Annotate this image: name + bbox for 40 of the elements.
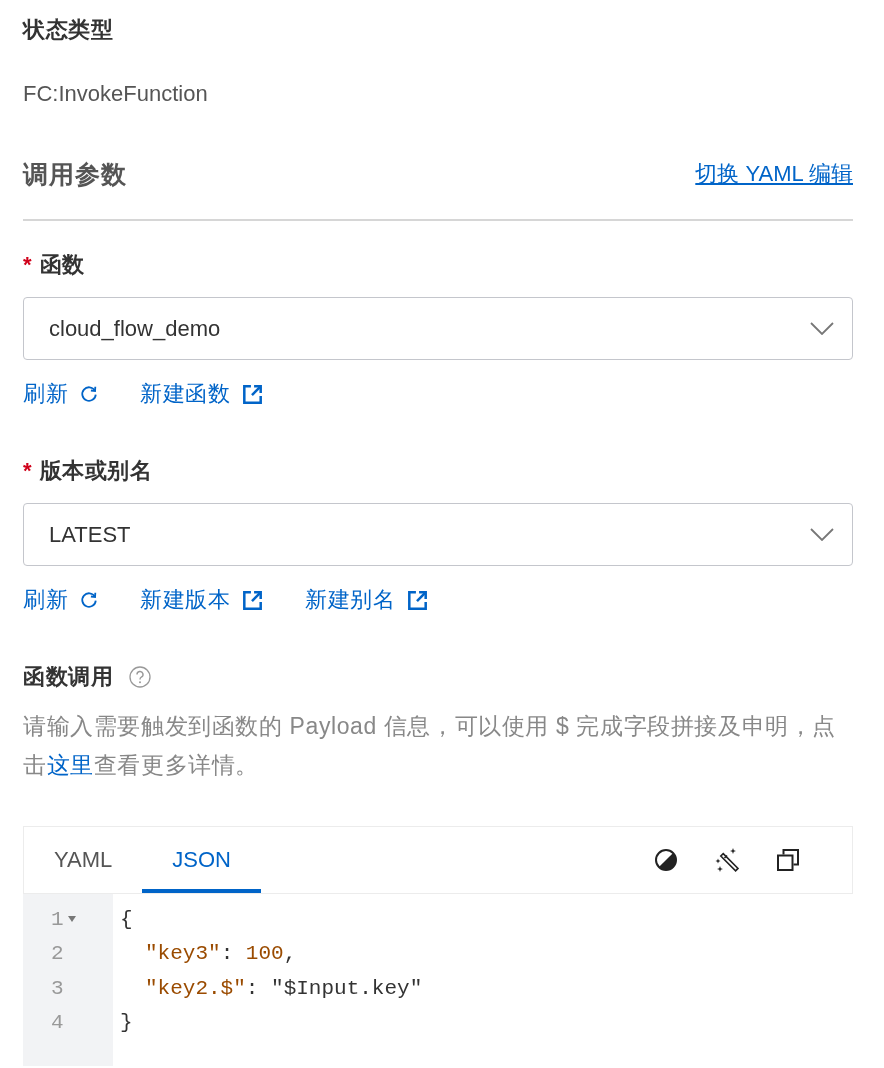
dropdown-select[interactable]: cloud_flow_demo <box>23 297 853 360</box>
magic-wand-icon[interactable] <box>714 847 740 873</box>
code-line: } <box>120 1011 133 1035</box>
code-line: { <box>120 907 133 931</box>
line-number: 2 <box>51 942 64 966</box>
line-number: 3 <box>51 976 64 1000</box>
editor-tab[interactable]: YAML <box>24 827 143 893</box>
external-link[interactable]: 新建函数 <box>140 379 263 409</box>
dropdown-select[interactable]: LATEST <box>23 503 853 566</box>
line-number: 1 <box>51 907 64 931</box>
external-link[interactable]: 新建别名 <box>305 585 428 615</box>
description-text: 请输入需要触发到函数的 Payload 信息，可以使用 $ 完成字段拼接及申明，点击这里查看更多详情。 <box>23 712 838 780</box>
details-link[interactable]: 这里 <box>46 752 94 778</box>
external-link[interactable]: 新建版本 <box>140 585 263 615</box>
fold-caret-icon[interactable] <box>67 916 76 923</box>
refresh-icon <box>80 591 98 609</box>
chevron-down-icon <box>810 322 834 335</box>
contrast-icon[interactable] <box>654 848 678 872</box>
external-link-icon <box>242 383 263 405</box>
help-icon[interactable] <box>129 666 151 688</box>
external-link-icon <box>407 589 428 611</box>
refresh-icon <box>80 385 98 403</box>
required-mark: * <box>23 457 32 485</box>
section-title: 调用参数 <box>23 158 127 190</box>
line-number: 4 <box>51 1011 64 1035</box>
chevron-down-icon <box>810 528 834 541</box>
external-link-icon <box>242 589 263 611</box>
required-mark: * <box>23 251 32 279</box>
switch-yaml-link[interactable]: 切换 YAML 编辑 <box>695 159 853 189</box>
field-label: 状态类型 <box>23 16 113 44</box>
editor-tab[interactable]: JSON <box>142 827 261 893</box>
copy-icon[interactable] <box>776 848 800 872</box>
status-type-value: FC:InvokeFunction <box>23 80 208 108</box>
field-label: 函数 <box>39 251 85 279</box>
code-line: "key3": 100, <box>144 942 297 966</box>
code-line: "key2.$": "$Input.key" <box>144 976 423 1000</box>
section-label: 函数调用 <box>23 663 113 691</box>
refresh-link[interactable]: 刷新 <box>23 585 98 615</box>
refresh-link[interactable]: 刷新 <box>23 379 98 409</box>
field-label: 版本或别名 <box>39 457 153 485</box>
